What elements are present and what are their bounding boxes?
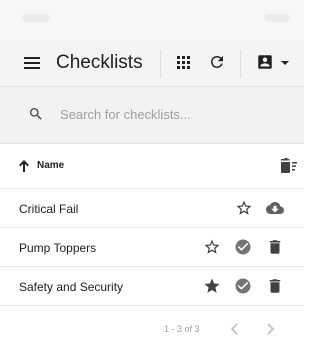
column-header-name[interactable]: Name xyxy=(37,160,64,171)
star-outline-icon[interactable] xyxy=(203,238,221,256)
toolbar-divider xyxy=(160,50,161,78)
chevron-right-icon[interactable] xyxy=(265,322,275,335)
refresh-icon[interactable] xyxy=(208,53,226,71)
chevron-left-icon[interactable] xyxy=(230,322,240,335)
table-row[interactable]: Critical Fail xyxy=(0,189,304,228)
star-outline-icon[interactable] xyxy=(235,199,253,217)
checklist-name: Pump Toppers xyxy=(19,241,97,255)
check-circle-icon[interactable] xyxy=(234,277,252,295)
menu-icon[interactable] xyxy=(24,55,42,71)
app-bar: Checklists xyxy=(0,40,304,87)
account-dropdown-icon[interactable] xyxy=(281,61,289,65)
table-header: Name xyxy=(0,144,304,189)
star-filled-icon[interactable] xyxy=(203,277,221,295)
status-bar-indicators xyxy=(264,14,290,22)
checklist-name: Critical Fail xyxy=(19,202,79,216)
grid-view-icon[interactable] xyxy=(177,56,191,70)
account-box-icon[interactable] xyxy=(256,53,274,71)
table-row[interactable]: Pump Toppers xyxy=(0,228,304,267)
status-bar xyxy=(0,0,304,40)
checklist-name: Safety and Security xyxy=(19,280,124,294)
check-circle-icon[interactable] xyxy=(234,238,252,256)
table-row[interactable]: Safety and Security xyxy=(0,267,304,306)
pagination-range: 1 - 3 of 3 xyxy=(164,324,200,334)
page-title: Checklists xyxy=(56,52,143,73)
arrow-up-icon[interactable] xyxy=(18,159,30,173)
status-bar-time xyxy=(22,14,50,22)
search-icon xyxy=(28,106,44,122)
cloud-download-icon[interactable] xyxy=(265,199,285,217)
delete-sweep-icon[interactable] xyxy=(280,158,298,174)
pagination-bar: 1 - 3 of 3 xyxy=(0,306,304,341)
search-input[interactable] xyxy=(60,104,280,124)
toolbar-divider xyxy=(240,50,241,78)
search-bar xyxy=(0,87,304,144)
delete-icon[interactable] xyxy=(266,238,284,256)
delete-icon[interactable] xyxy=(266,277,284,295)
